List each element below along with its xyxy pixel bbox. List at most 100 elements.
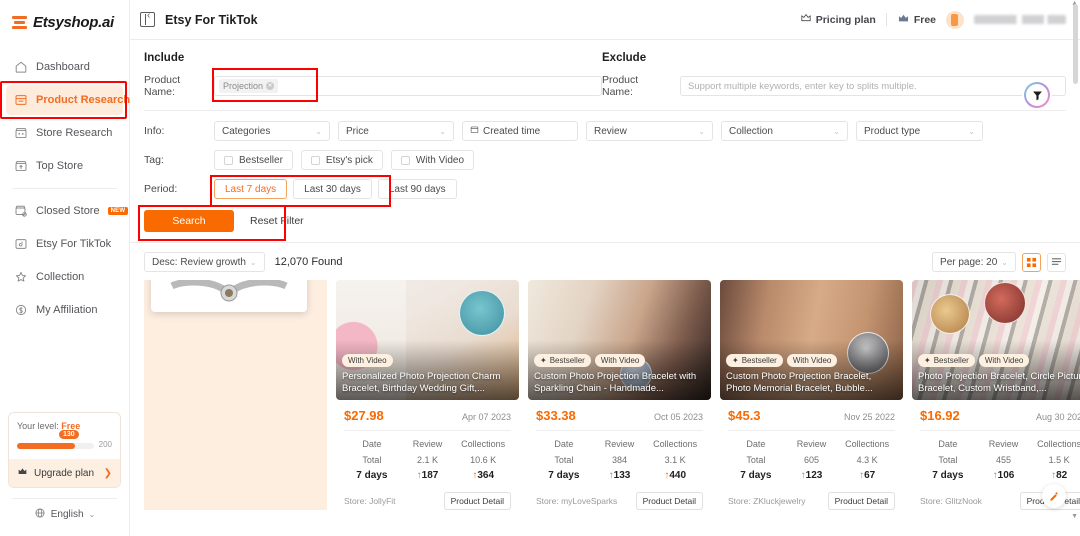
filter-columns: Include Product Name: Projection ✕ Exclu… [144, 52, 1066, 107]
crown-icon [800, 12, 812, 27]
product-thumbnail[interactable]: ✦ Bestseller With Video Custom Photo Pro… [720, 280, 903, 400]
checkbox-icon [400, 155, 410, 165]
select-price[interactable]: Price ⌄ [338, 121, 454, 141]
exclude-product-name-input[interactable]: Support multiple keywords, enter key to … [680, 76, 1066, 96]
sidebar-item-collection[interactable]: Collection [6, 262, 123, 292]
sidebar-item-store-research[interactable]: Store Research [6, 118, 123, 148]
tag-label: Bestseller [741, 356, 777, 365]
hover-preview-image [151, 280, 307, 312]
keyword-chip[interactable]: Projection ✕ [219, 79, 279, 93]
product-detail-button[interactable]: Product Detail [827, 492, 895, 510]
stats-collections-growth: ↑440 [647, 468, 703, 484]
product-card[interactable]: ✦ Bestseller With Video Custom Photo Pro… [720, 280, 903, 510]
product-thumbnail[interactable]: ✦ Bestseller With Video Photo Projection… [912, 280, 1080, 400]
store-name: Store: myLoveSparks [536, 496, 617, 506]
stats-col-collections: Collections [653, 439, 698, 449]
bestseller-icon: ✦ [924, 356, 931, 365]
per-page-select[interactable]: Per page: 20 ⌄ [932, 252, 1016, 272]
stats-header-row: Date Review Collections [536, 436, 703, 452]
logo-mark-icon [12, 16, 28, 29]
tag-label: Bestseller [549, 356, 585, 365]
chevron-down-icon: ⌄ [833, 126, 840, 136]
select-collection[interactable]: Collection ⌄ [721, 121, 848, 141]
sidebar-item-my-affiliation[interactable]: My Affiliation [6, 295, 123, 325]
stats-header-row: Date Review Collections [344, 436, 511, 452]
stats-period-label: 7 days [932, 470, 964, 481]
sidebar-item-top-store[interactable]: Top Store [6, 151, 123, 181]
product-tags: With Video [342, 354, 393, 367]
checkbox-bestseller[interactable]: Bestseller [214, 150, 293, 170]
stats-collections-total: 10.6 K [470, 455, 497, 465]
page-scrollbar[interactable]: ▲ ▼ [1071, 0, 1078, 520]
tag-label: With Video [600, 356, 640, 365]
product-tags: ✦ Bestseller With Video [726, 354, 838, 367]
pricing-plan-button[interactable]: Pricing plan [800, 12, 876, 27]
store-prefix: Store: [920, 496, 943, 506]
price-row: $27.98 Apr 07 2023 [336, 408, 519, 423]
product-detail-button[interactable]: Product Detail [635, 492, 703, 510]
exclude-heading: Exclude [602, 52, 647, 64]
product-stats: Date Review Collections Total 384 3.1 K … [528, 431, 711, 484]
avatar[interactable] [946, 10, 964, 29]
brand-logo[interactable]: Etsyshop.ai [0, 0, 129, 43]
product-card[interactable]: With Video Personalized Photo Projection… [336, 280, 519, 510]
include-product-name-input[interactable]: Projection ✕ [212, 68, 602, 102]
sidebar-item-etsy-for-tiktok[interactable]: Etsy For TikTok [6, 229, 123, 259]
search-button[interactable]: Search [144, 210, 234, 232]
status-badge: NEW [107, 207, 129, 215]
sidebar-item-closed-store[interactable]: Closed Store NEW [6, 196, 129, 226]
stats-period-label: 7 days [740, 470, 772, 481]
value: 123 [805, 470, 823, 481]
checkbox-with-video[interactable]: With Video [390, 150, 475, 170]
product-detail-button[interactable]: Product Detail [443, 492, 511, 510]
sidebar-item-dashboard[interactable]: Dashboard [6, 52, 123, 82]
store-row: Store: ZKluckjewelry Product Detail [720, 484, 903, 510]
product-price: $33.38 [536, 408, 576, 423]
period-last-7-days[interactable]: Last 7 days [214, 179, 288, 199]
product-card[interactable]: ✦ Bestseller With Video Photo Projection… [912, 280, 1080, 510]
chevron-down-icon: ⌄ [439, 126, 446, 136]
stats-header-row: Date Review Collections [728, 436, 895, 452]
ai-filter-floating-icon[interactable] [1024, 82, 1050, 108]
stats-period-label: 7 days [548, 470, 580, 481]
grid-view-button[interactable] [1022, 252, 1041, 272]
value: 187 [421, 470, 439, 481]
stats-col-review: Review [796, 439, 827, 449]
include-product-name-label: Product Name: [144, 74, 181, 98]
upgrade-plan-button[interactable]: Upgrade plan ❯ [9, 459, 120, 487]
select-created-time[interactable]: Created time [462, 121, 578, 141]
select-review[interactable]: Review ⌄ [586, 121, 713, 141]
product-card[interactable]: ✦ Bestseller Personalized Photo Projecti… [144, 280, 327, 510]
close-icon[interactable]: ✕ [266, 82, 275, 90]
select-categories[interactable]: Categories ⌄ [214, 121, 330, 141]
reset-filter-button[interactable]: Reset Filter [250, 215, 304, 227]
product-date: Apr 07 2023 [461, 412, 511, 422]
store-name: Store: JollyFit [344, 496, 396, 506]
feedback-edit-button[interactable] [1042, 484, 1066, 508]
value: 440 [669, 470, 687, 481]
tag-label: With Video [984, 356, 1024, 365]
store-value: GlitzNook [945, 496, 982, 506]
language-selector[interactable]: English ⌄ [8, 507, 121, 528]
product-tags: ✦ Bestseller With Video [918, 354, 1030, 367]
product-thumbnail[interactable]: ✦ Bestseller With Video Custom Photo Pro… [528, 280, 711, 400]
checkbox-etsys-pick[interactable]: Etsy's pick [300, 150, 383, 170]
select-product-type[interactable]: Product type ⌄ [856, 121, 983, 141]
chevron-down-icon: ⌄ [968, 126, 975, 136]
plan-badge[interactable]: Free [897, 12, 936, 28]
product-card[interactable]: ✦ Bestseller With Video Custom Photo Pro… [528, 280, 711, 510]
sort-select[interactable]: Desc: Review growth ⌄ [144, 252, 265, 272]
period-last-30-days[interactable]: Last 30 days [293, 179, 372, 199]
store-icon [14, 126, 28, 140]
scroll-down-icon[interactable]: ▼ [1071, 513, 1078, 520]
product-stats: Date Review Collections Total 2.1 K 10.6… [336, 431, 519, 484]
sidebar-collapse-icon[interactable] [140, 10, 155, 27]
sidebar-item-product-research[interactable]: Product Research [0, 81, 130, 119]
period-last-90-days[interactable]: Last 90 days [377, 179, 457, 199]
scrollbar-thumb[interactable] [1073, 4, 1078, 84]
list-view-button[interactable] [1047, 252, 1066, 272]
app-root: Etsyshop.ai Dashboard Product Research S… [0, 0, 1080, 536]
product-title: Personalized Photo Projection Charm Brac… [342, 371, 501, 394]
chevron-right-icon: ❯ [103, 467, 112, 479]
product-thumbnail[interactable]: With Video Personalized Photo Projection… [336, 280, 519, 400]
